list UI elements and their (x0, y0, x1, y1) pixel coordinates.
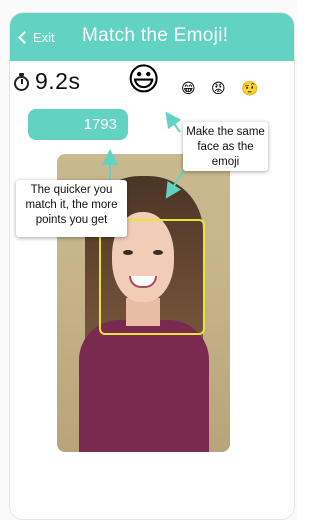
timer: 9.2s (14, 68, 80, 95)
callout-quicker-line-1: The quicker you (30, 184, 113, 196)
score-badge: 1793 (28, 109, 128, 140)
callout-same-face-line-2: face as the emoji (197, 141, 254, 168)
target-emoji: 😃 (127, 61, 161, 97)
callout-quicker-line-3: points you get (35, 214, 108, 226)
exit-button[interactable]: Exit (18, 27, 55, 47)
exit-label: Exit (33, 29, 55, 45)
timer-value: 9.2s (35, 68, 81, 94)
queued-emoji-2: 😡 (211, 80, 226, 96)
queued-emoji-1: 😁 (181, 80, 196, 96)
queued-emoji-3: 🤨 (241, 80, 259, 96)
chevron-left-icon (18, 31, 31, 44)
callout-same-face-line-1: Make the same (186, 126, 265, 138)
shirt-shape (79, 320, 209, 452)
page-title: Match the Emoji! (82, 25, 229, 46)
app-screen: Exit Match the Emoji! 9.2s 😃 😁 😡 🤨 1793 (0, 0, 297, 520)
callout-quicker: The quicker you match it, the more point… (16, 180, 127, 237)
callout-quicker-line-2: match it, the more (25, 199, 118, 211)
callout-same-face: Make the same face as the emoji (183, 122, 268, 171)
header-bar: Exit Match the Emoji! (10, 13, 294, 61)
stopwatch-icon (14, 73, 29, 91)
